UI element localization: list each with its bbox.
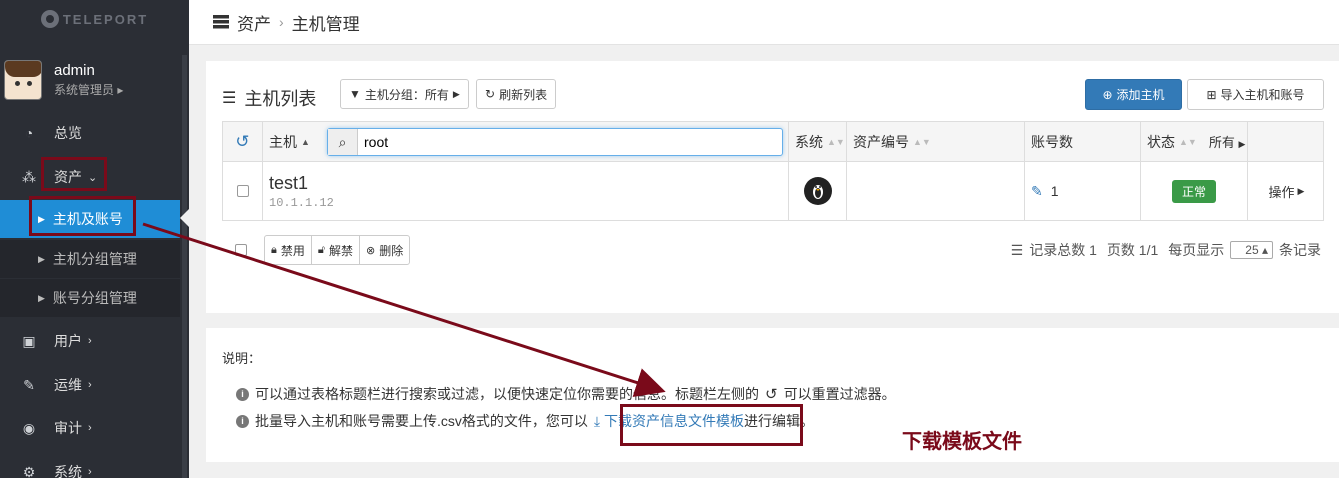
teleport-logo-icon [40, 10, 59, 28]
sidebar-subitem-host-groups[interactable]: ▶ 主机分组管理 [0, 240, 180, 278]
sidebar-scrollbar[interactable] [182, 55, 187, 478]
breadcrumb-separator-icon: › [279, 14, 284, 30]
sort-icon: ▲▼ [913, 136, 931, 147]
host-cell: test1 10.1.1.12 [263, 162, 789, 220]
sidebar: TELEPORT admin 系统管理员 ▸ ◔ 总览 ⁂ 资产 ⌄ ▶ 主机及… [0, 0, 189, 478]
per-page-label: 每页显示 [1168, 242, 1225, 258]
filter-icon: ▼ [349, 87, 361, 101]
per-page-select[interactable]: 25 ▴ [1230, 241, 1273, 259]
column-accounts: 账号数 [1025, 122, 1141, 161]
cubes-icon: ⁂ [22, 168, 36, 185]
column-os[interactable]: 系统 ▲▼ [789, 122, 847, 161]
host-table: ↺ 主机▲ ⌕ 系统▲▼ 资产编号▲▼ 账号数 状态▲▼ 所有 ▶ [222, 121, 1324, 221]
refresh-icon: ↻ [485, 87, 496, 101]
import-button[interactable]: ⊞ 导入主机和账号 [1187, 79, 1324, 110]
annotation-box-hosts [29, 196, 136, 236]
chevron-right-icon: › [88, 466, 92, 478]
breadcrumb-current: 主机管理 [291, 14, 360, 34]
sidebar-item-users[interactable]: ▣ 用户 › [0, 321, 180, 361]
plus-square-icon: ⊞ [1206, 87, 1217, 102]
linux-icon [803, 177, 832, 205]
row-actions-button[interactable]: 操作 ▶ [1248, 162, 1325, 220]
status-badge: 正常 [1171, 179, 1216, 203]
delete-button[interactable]: ⊗ 删除 [360, 236, 409, 264]
host-list-panel: ☰ 主机列表 ▼ 主机分组：所有 ▶ ↻ 刷新列表 ⊕ 添加主机 ⊞ 导入主机和… [206, 61, 1339, 313]
per-page-unit: 条记录 [1279, 242, 1321, 258]
sort-icon: ▲▼ [1179, 136, 1197, 147]
logo-text: TELEPORT [62, 11, 149, 27]
edit-icon[interactable]: ✎ [1031, 183, 1043, 200]
sort-icon: ▲▼ [827, 136, 845, 147]
column-asset-no[interactable]: 资产编号 ▲▼ [847, 122, 1025, 161]
column-actions [1248, 122, 1325, 161]
refresh-button[interactable]: ↻ 刷新列表 [476, 79, 557, 109]
unlock-button[interactable]: 🔓︎ 解禁 [312, 236, 361, 264]
sidebar-item-ops[interactable]: ✎ 运维 › [0, 365, 180, 405]
notes-label: 说明： [222, 351, 262, 366]
column-host[interactable]: 主机 ▲ ⌕ [263, 122, 789, 161]
chevron-right-icon: › [88, 379, 92, 391]
active-indicator [180, 209, 189, 227]
table-header: ↺ 主机▲ ⌕ 系统▲▼ 资产编号▲▼ 账号数 状态▲▼ 所有 ▶ [223, 122, 1323, 162]
select-all-checkbox[interactable] [235, 244, 247, 256]
lock-icon: 🔒︎ [271, 243, 277, 256]
download-icon: ⤓ [593, 413, 601, 429]
info-icon: i [236, 414, 249, 428]
sidebar-item-audit[interactable]: ◉ 审计 › [0, 408, 180, 448]
caret-right-icon: ▶ [1297, 185, 1305, 196]
list-icon: ☰ [222, 90, 237, 107]
row-checkbox[interactable] [236, 185, 249, 197]
gear-icon: ⚙ [22, 463, 36, 478]
logo[interactable]: TELEPORT [0, 0, 189, 38]
info-icon: i [236, 387, 249, 401]
record-total: 记录总数 1 [1029, 242, 1097, 258]
pagination: ☰ 记录总数 1 页数 1/1 每页显示 25 ▴ 条记录 [1001, 237, 1321, 263]
server-icon [213, 15, 229, 29]
caret-right-icon: ▶ [38, 253, 45, 264]
bulk-actions: 🔒︎ 禁用 🔓︎ 解禁 ⊗ 删除 [264, 235, 411, 265]
sidebar-item-system[interactable]: ⚙ 系统 › [0, 452, 180, 478]
disable-button[interactable]: 🔒︎ 禁用 [265, 236, 312, 264]
plus-circle-icon: ⊕ [1102, 87, 1113, 102]
caret-right-icon: ▶ [38, 292, 45, 303]
list-icon: ☰ [1010, 241, 1024, 258]
user-role[interactable]: 系统管理员 ▸ [54, 81, 123, 98]
host-name: test1 [269, 172, 309, 193]
reset-filter-icon[interactable]: ↺ [223, 122, 263, 161]
wrench-icon: ✎ [23, 376, 35, 393]
annotation-box-download [620, 404, 803, 446]
caret-right-icon: ▶ [452, 88, 460, 99]
sidebar-item-dashboard[interactable]: ◔ 总览 [0, 113, 180, 153]
table-row: test1 10.1.1.12 ✎ 1 正常 操作 ▶ [223, 162, 1323, 220]
status-filter[interactable]: 所有 ▶ [1209, 132, 1246, 151]
annotation-box-assets [41, 157, 107, 191]
accounts-cell[interactable]: ✎ 1 [1025, 162, 1141, 220]
user-box[interactable]: admin 系统管理员 ▸ [0, 56, 180, 104]
avatar [4, 60, 42, 100]
dashboard-icon: ◔ [24, 125, 34, 141]
host-ip: 10.1.1.12 [269, 195, 334, 210]
chevron-right-icon: › [88, 335, 92, 347]
chevron-right-icon: › [88, 422, 92, 434]
reset-icon: ↺ [765, 386, 778, 403]
sidebar-subitem-account-groups[interactable]: ▶ 账号分组管理 [0, 279, 180, 317]
user-name: admin [54, 62, 95, 79]
add-host-button[interactable]: ⊕ 添加主机 [1085, 79, 1182, 110]
annotation-text: 下载模板文件 [902, 431, 1022, 453]
column-status[interactable]: 状态 ▲▼ 所有 ▶ [1141, 122, 1248, 161]
search-input[interactable] [358, 129, 758, 155]
unlock-icon: 🔓︎ [317, 243, 326, 256]
user-card-icon: ▣ [22, 332, 36, 349]
asset-no-cell [847, 162, 1025, 220]
breadcrumb: 资产 › 主机管理 [189, 0, 1339, 45]
eye-icon: ◉ [22, 419, 36, 436]
host-group-filter-button[interactable]: ▼ 主机分组：所有 ▶ [340, 79, 469, 109]
breadcrumb-root[interactable]: 资产 [237, 10, 271, 35]
host-search: ⌕ [327, 128, 783, 156]
page-count: 页数 1/1 [1106, 242, 1159, 258]
close-circle-icon: ⊗ [366, 244, 376, 257]
search-icon[interactable]: ⌕ [328, 129, 358, 155]
page-title: ☰ 主机列表 [222, 89, 317, 109]
note-1: i 可以通过表格标题栏进行搜索或过滤，以便快速定位你需要的信息。标题栏左侧的 ↺… [236, 384, 896, 404]
